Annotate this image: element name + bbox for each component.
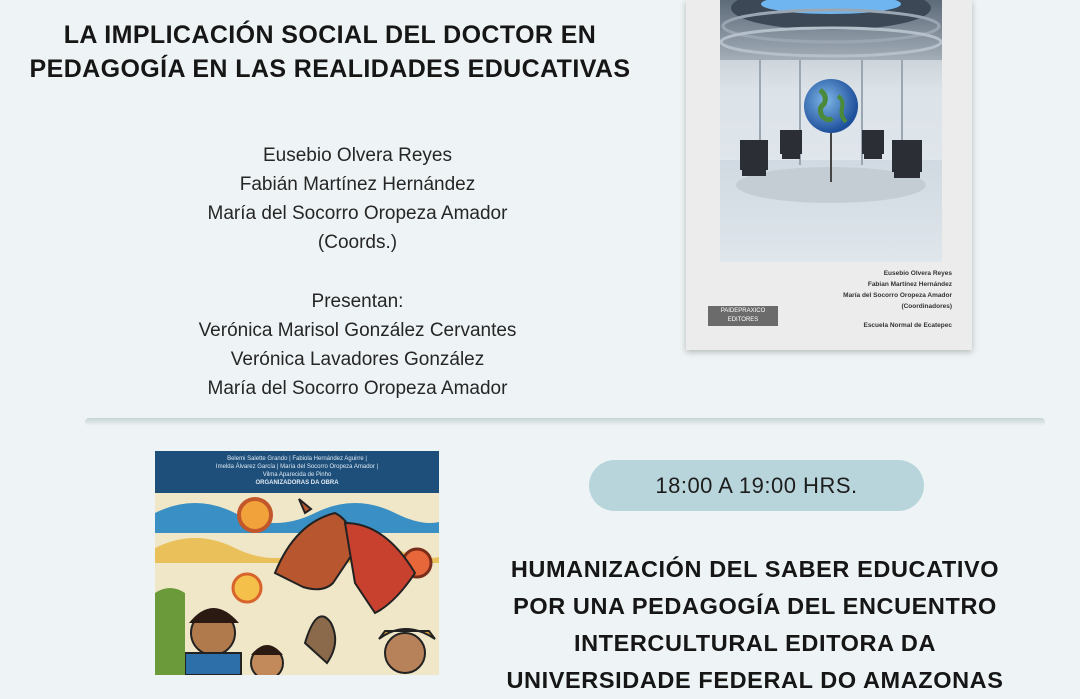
cover1-authors: Eusebio Olvera Reyes Fabian Martínez Her…: [843, 268, 952, 312]
event1-title: LA IMPLICACIÓN SOCIAL DEL DOCTOR EN PEDA…: [20, 18, 640, 86]
presenter-name: Verónica Marisol González Cervantes: [198, 320, 517, 341]
cover1-author: Eusebio Olvera Reyes: [883, 270, 952, 277]
presenters-list: Presentan: Verónica Marisol González Cer…: [110, 287, 605, 403]
cover1-author: Fabian Martínez Hernández: [867, 281, 952, 288]
cover2-editors-label: ORGANIZADORAS DA OBRA: [255, 480, 339, 486]
cover2-author-line: Vilma Aparecida de Pinho: [262, 472, 332, 478]
presenter-name: María del Socorro Oropeza Amador: [207, 378, 508, 399]
coordinators-list: Eusebio Olvera Reyes Fabián Martínez Her…: [110, 141, 605, 257]
book-cover-2: Belemi Salette Grando | Fabiola Hernánde…: [155, 451, 439, 675]
cover2-authors: Belemi Salette Grando | Fabiola Hernánde…: [155, 451, 439, 487]
cover1-school: Escuela Normal de Ecatepec: [863, 322, 952, 329]
cover1-illustration: [720, 0, 942, 262]
event1-title-line1: LA IMPLICACIÓN SOCIAL DEL DOCTOR EN: [63, 21, 597, 49]
presenter-name: Verónica Lavadores González: [230, 349, 485, 370]
event2-title-line: POR UNA PEDAGOGÍA DEL ENCUENTRO: [513, 593, 997, 619]
publisher-logo: PAIDEPRAXICO EDITORES: [708, 306, 778, 326]
coordinator-name: Eusebio Olvera Reyes: [262, 145, 453, 166]
cover1-author: María del Socorro Oropeza Amador: [843, 292, 952, 299]
event1-title-line2: PEDAGOGÍA EN LAS REALIDADES EDUCATIVAS: [29, 55, 631, 83]
section-divider: [85, 418, 1045, 426]
event2-title-line: INTERCULTURAL EDITORA DA: [573, 630, 937, 656]
event2-title: HUMANIZACIÓN DEL SABER EDUCATIVO POR UNA…: [470, 551, 1040, 699]
cover2-illustration: [155, 493, 439, 675]
presenters-label: Presentan:: [311, 291, 404, 312]
event2-title-line: HUMANIZACIÓN DEL SABER EDUCATIVO: [510, 556, 1000, 582]
event2-time-badge: 18:00 A 19:00 HRS.: [589, 460, 924, 511]
book-cover-1: Eusebio Olvera Reyes Fabian Martínez Her…: [686, 0, 972, 350]
coordinator-name: María del Socorro Oropeza Amador: [207, 203, 508, 224]
coordinator-name: Fabián Martínez Hernández: [239, 174, 476, 195]
cover2-author-line: Imelda Álvarez García | María del Socorr…: [215, 464, 379, 470]
coordinators-note: (Coords.): [317, 232, 398, 253]
event2-title-line: UNIVERSIDADE FEDERAL DO AMAZONAS: [506, 667, 1004, 693]
cover2-author-line: Belemi Salette Grando | Fabiola Hernánde…: [227, 456, 367, 462]
cover1-author-note: (Coordinadores): [901, 303, 952, 310]
